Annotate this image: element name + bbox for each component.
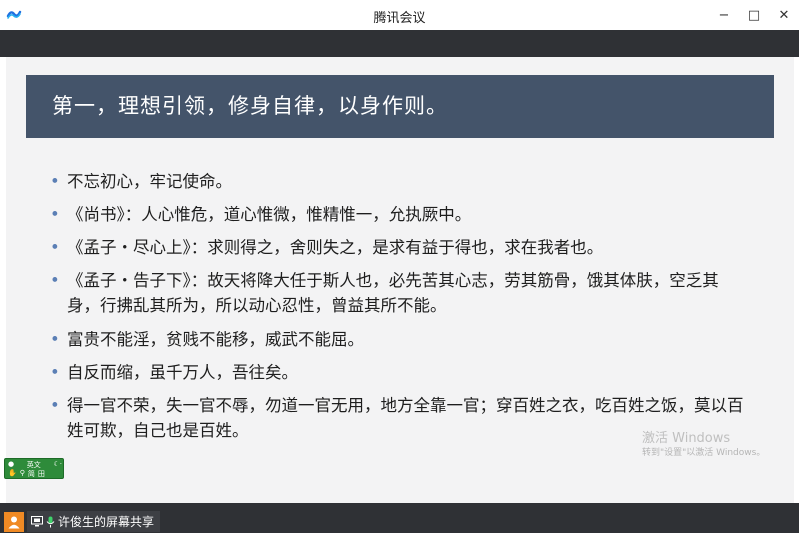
microphone-icon: [46, 516, 55, 527]
search-icon[interactable]: ⚲: [20, 469, 25, 479]
screen-share-tag[interactable]: 许俊生的屏幕共享: [4, 511, 161, 532]
bullet-list: 不忘初心，牢记使命。 《尚书》：人心惟危，道心惟微，惟精惟一，允执厥中。 《孟子…: [50, 169, 750, 452]
avatar: [4, 511, 24, 532]
share-label-box: 许俊生的屏幕共享: [27, 511, 161, 532]
meeting-bottom-bar: 许俊生的屏幕共享: [0, 503, 799, 533]
bullet-item: 《尚书》：人心惟危，道心惟微，惟精惟一，允执厥中。: [50, 202, 750, 227]
maximize-button[interactable]: □: [739, 0, 769, 30]
screen-share-icon: [31, 516, 43, 527]
bullet-item: 不忘初心，牢记使命。: [50, 169, 750, 194]
user-icon: [8, 516, 20, 528]
bullet-item: 《孟子・尽心上》：求则得之，舍则失之，是求有益于得也，求在我者也。: [50, 235, 750, 260]
window-titlebar: 腾讯会议 − □ ✕: [0, 0, 799, 30]
bullet-item: 《孟子・告子下》：故天将降大任于斯人也，必先苦其心志，劳其筋骨，饿其体肤，空乏其…: [50, 268, 750, 318]
bullet-item: 自反而缩，虽千万人，吾往矣。: [50, 360, 750, 385]
window-title: 腾讯会议: [373, 11, 426, 26]
slide-title: 第一，理想引领，修身自律，以身作则。: [52, 94, 448, 118]
ime-simplified-label[interactable]: 简: [28, 469, 35, 479]
slide-title-banner: 第一，理想引领，修身自律，以身作则。: [26, 75, 774, 138]
meeting-top-bar: [0, 30, 799, 57]
ime-toolbar[interactable]: ● 英文 ☾· ✋ ⚲ 简 田: [4, 458, 64, 479]
bullet-item: 富贵不能淫，贫贱不能移，威武不能屈。: [50, 327, 750, 352]
hand-icon[interactable]: ✋: [8, 469, 17, 479]
share-label: 许俊生的屏幕共享: [58, 515, 155, 529]
activate-windows-watermark: 激活 Windows 转到"设置"以激活 Windows。: [642, 432, 765, 460]
watermark-subtitle: 转到"设置"以激活 Windows。: [642, 448, 766, 458]
watermark-title: 激活 Windows: [642, 431, 731, 446]
minimize-button[interactable]: −: [709, 0, 739, 30]
ime-grid-label[interactable]: 田: [38, 469, 45, 479]
close-button[interactable]: ✕: [769, 0, 799, 30]
